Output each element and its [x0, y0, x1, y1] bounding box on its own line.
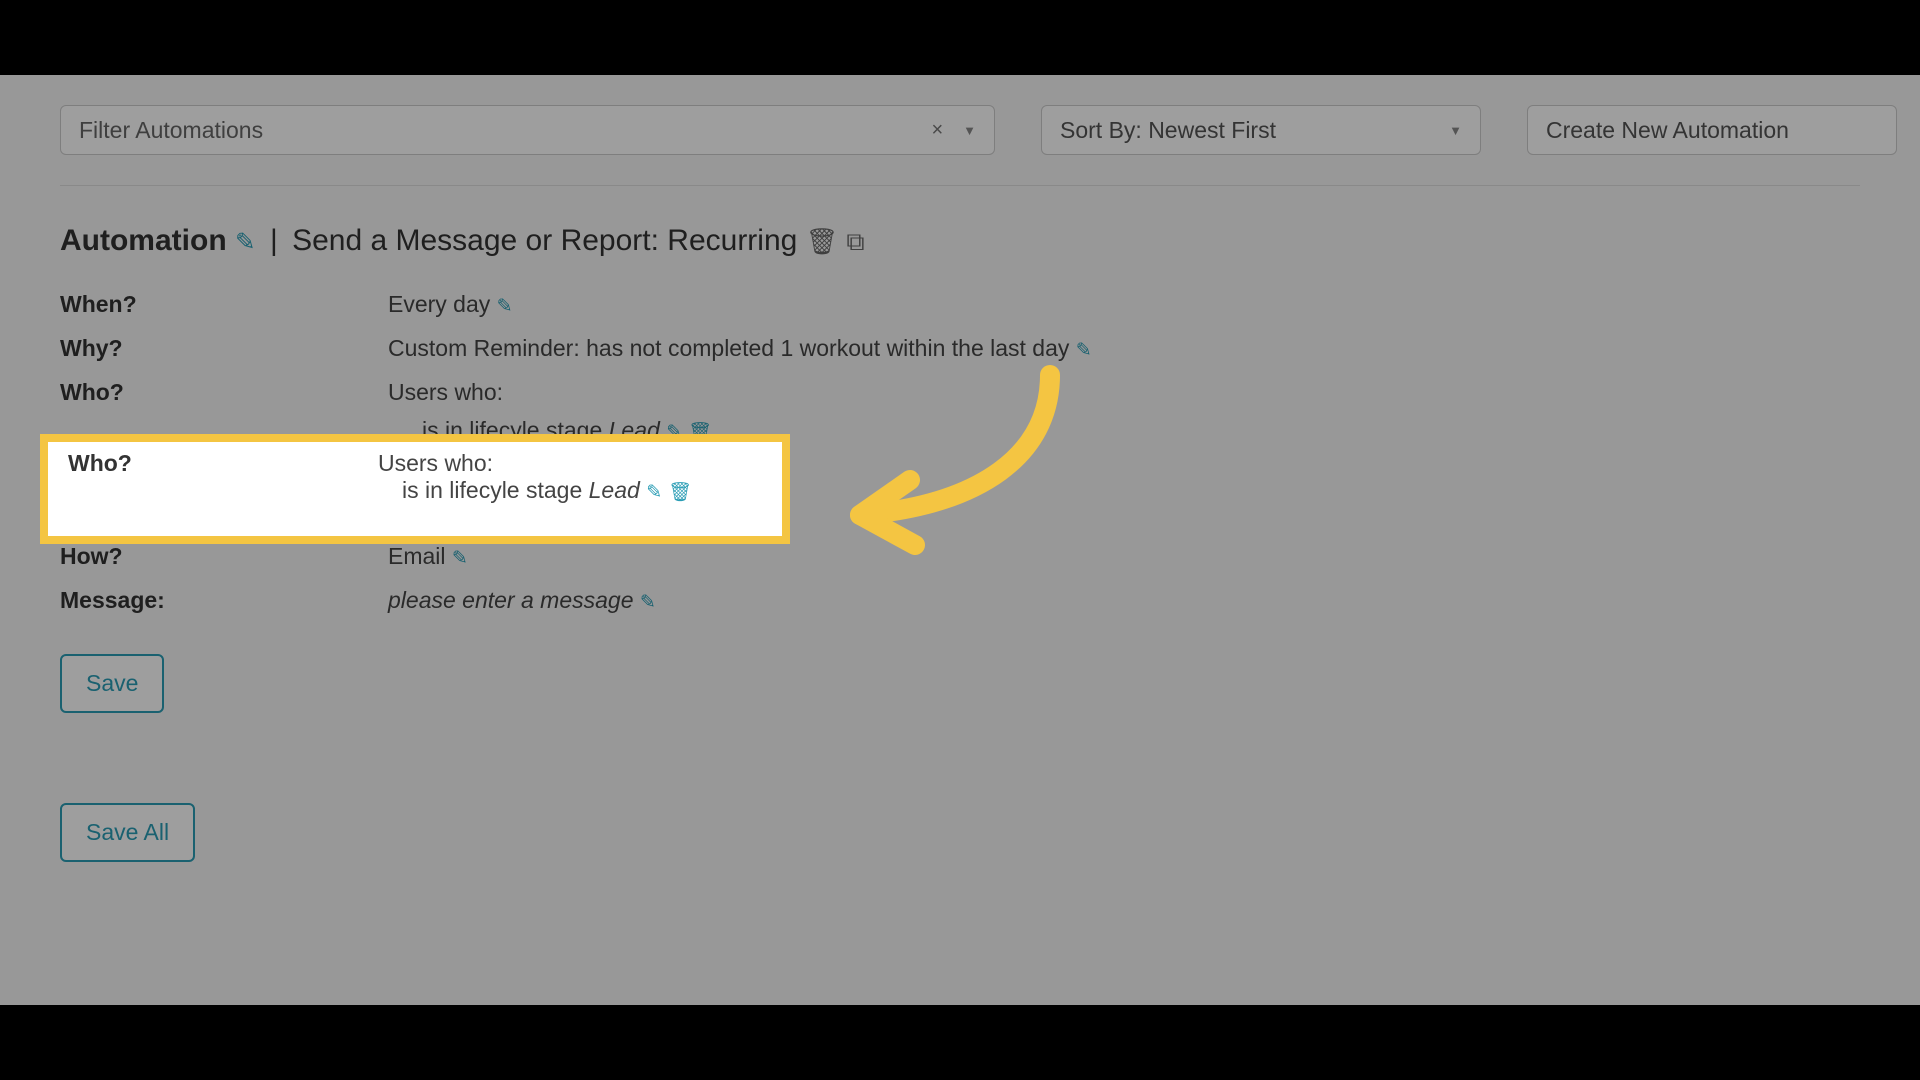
automation-title: Automation ✎ | Send a Message or Report:…: [60, 224, 1860, 258]
hl-who-filter-value: Lead: [589, 477, 640, 503]
divider: [60, 185, 1860, 186]
title-automation-label: Automation: [60, 224, 227, 257]
filter-automations-input[interactable]: Filter Automations × ▼: [60, 105, 995, 155]
edit-why-icon[interactable]: ✎: [1076, 339, 1092, 360]
edit-title-icon[interactable]: ✎: [235, 229, 256, 256]
edit-when-icon[interactable]: ✎: [497, 295, 513, 316]
callout-arrow-icon: [810, 365, 1070, 555]
when-label: When?: [60, 286, 388, 324]
sort-dropdown[interactable]: Sort By: Newest First ▼: [1041, 105, 1481, 155]
clear-icon[interactable]: ×: [931, 119, 943, 142]
edit-message-icon[interactable]: ✎: [640, 591, 656, 612]
title-separator: |: [270, 224, 278, 257]
when-value: Every day: [388, 291, 490, 317]
filter-placeholder: Filter Automations: [79, 117, 931, 144]
sort-label: Sort By: Newest First: [1060, 117, 1276, 144]
hl-who-intro: Users who:: [378, 450, 493, 477]
field-message: Message: please enter a message ✎: [60, 582, 1860, 620]
create-label: Create New Automation: [1546, 117, 1789, 144]
dropdown-caret-icon[interactable]: ▼: [963, 123, 976, 138]
dropdown-caret-icon: ▼: [1449, 123, 1462, 138]
app-surface: Filter Automations × ▼ Sort By: Newest F…: [0, 75, 1920, 1005]
highlight-who-row: Who? Users who: is in lifecyle stage Lea…: [40, 434, 790, 544]
edit-how-icon[interactable]: ✎: [452, 547, 468, 568]
hl-edit-who-filter-icon[interactable]: ✎: [646, 481, 662, 502]
hl-who-filter-text: is in lifecyle stage: [402, 477, 589, 503]
who-label: Who?: [60, 374, 388, 412]
save-button[interactable]: Save: [60, 654, 164, 713]
save-all-button[interactable]: Save All: [60, 803, 195, 862]
why-value: Custom Reminder: has not completed 1 wor…: [388, 335, 1069, 361]
field-when: When? Every day ✎: [60, 286, 1860, 324]
why-label: Why?: [60, 330, 388, 368]
copy-automation-icon[interactable]: ⧉: [846, 228, 864, 256]
title-sub-label: Send a Message or Report: Recurring: [292, 224, 797, 257]
hl-who-label: Who?: [68, 450, 378, 477]
field-why: Why? Custom Reminder: has not completed …: [60, 330, 1860, 368]
who-intro: Users who:: [388, 379, 503, 405]
delete-automation-icon[interactable]: 🗑: [806, 228, 838, 256]
toolbar: Filter Automations × ▼ Sort By: Newest F…: [60, 105, 1860, 155]
hl-delete-who-filter-icon[interactable]: 🗑: [668, 481, 692, 502]
message-placeholder: please enter a message: [388, 587, 634, 613]
message-label: Message:: [60, 582, 388, 620]
how-value: Email: [388, 543, 446, 569]
create-automation-button[interactable]: Create New Automation: [1527, 105, 1897, 155]
save-button-label: Save: [86, 670, 138, 696]
save-all-button-label: Save All: [86, 819, 169, 845]
